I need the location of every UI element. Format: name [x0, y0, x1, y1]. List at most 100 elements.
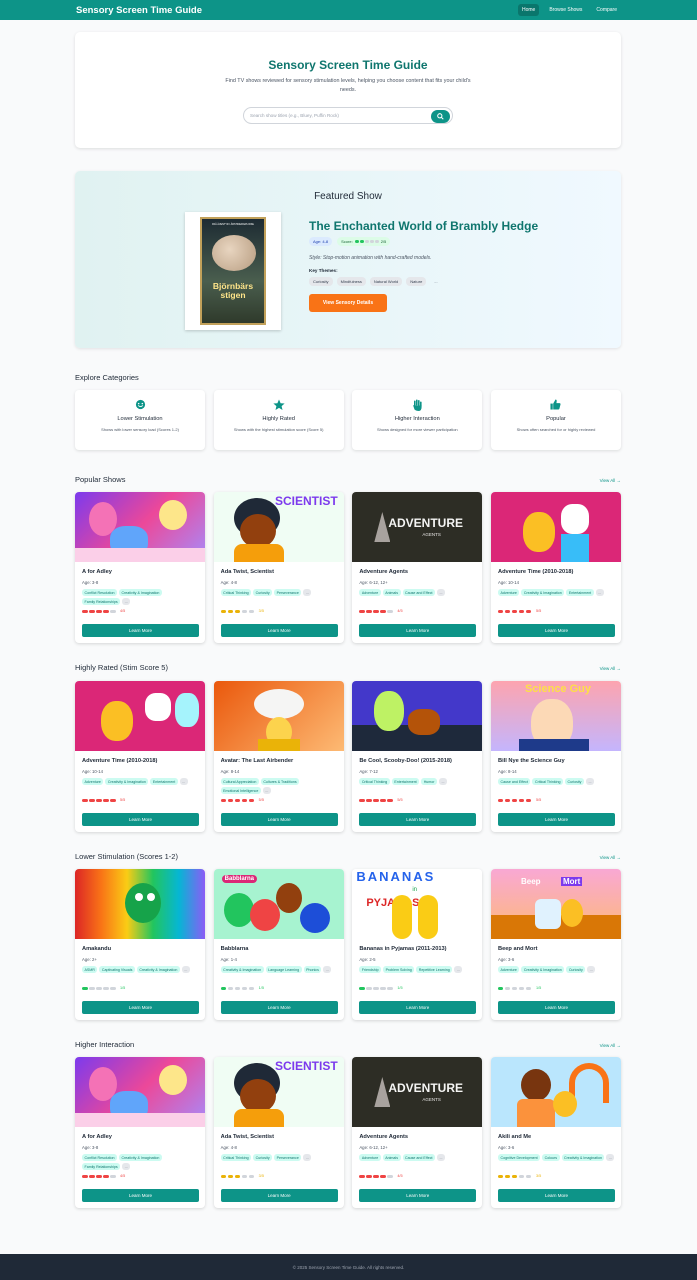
show-card[interactable]: BANANASinPYJAMASBananas in Pyjamas (2011…	[352, 869, 483, 1020]
category-name: Higher Interaction	[394, 416, 440, 422]
show-card[interactable]: SCIENTIST Ada Twist, Scientist Age: 4-8 Cri…	[213, 1057, 344, 1208]
nav-home[interactable]: Home	[518, 4, 540, 16]
nav-compare[interactable]: Compare	[592, 4, 621, 16]
show-card[interactable]: Beep Mort Beep and Mort Age: 3-6 Adventure Cr…	[490, 869, 621, 1020]
score-dot	[380, 798, 386, 802]
theme-tag: ...	[437, 1154, 446, 1161]
score-label: 1/5	[120, 986, 126, 990]
score-dot	[504, 986, 511, 990]
view-all-lower-stimulation[interactable]: View All →	[600, 855, 621, 860]
show-card[interactable]: ADVENTURE AGENTS Adventure Agents Age: 6-12…	[352, 492, 483, 643]
score-dot	[497, 609, 504, 613]
learn-more-button[interactable]: Learn More	[82, 1001, 199, 1014]
score-dot	[82, 1174, 88, 1178]
show-age: Age: 10-14	[82, 769, 104, 774]
theme-tag: Natural World	[369, 277, 403, 286]
score-dot	[380, 986, 386, 990]
learn-more-button[interactable]: Learn More	[82, 813, 199, 826]
score-dot	[511, 1174, 518, 1178]
show-card[interactable]: SCIENTIST Ada Twist, Scientist Age: 4-8 Cri…	[213, 492, 344, 643]
score-dot	[241, 1174, 248, 1178]
learn-more-button[interactable]: Learn More	[220, 1001, 338, 1014]
thumbs-up-icon	[550, 399, 562, 410]
learn-more-button[interactable]: Learn More	[359, 1189, 477, 1202]
category-highly-rated[interactable]: Highly Rated Shows with the highest stim…	[213, 390, 344, 450]
theme-tag: ASMR	[82, 966, 98, 973]
show-card[interactable]: Akili and Me Age: 3-6 Cognitive Developmen…	[490, 1057, 621, 1208]
show-card[interactable]: Amakandu Age: 2+ ASMR Captivating Visuals Cr…	[75, 869, 205, 1020]
search-button[interactable]	[431, 109, 450, 123]
show-title: Babblarna	[220, 946, 249, 952]
learn-more-button[interactable]: Learn More	[359, 624, 477, 637]
category-higher-interaction[interactable]: Higher Interaction Shows designed for mo…	[352, 390, 483, 450]
search-placeholder: Search show titles (e.g., Bluey, Puffin …	[250, 113, 339, 118]
score-dot	[366, 986, 372, 990]
theme-tag: Adventure	[359, 589, 381, 596]
score-dot	[518, 609, 525, 613]
show-card[interactable]: Science Guy Bill Nye the Science Guy Age: …	[490, 681, 621, 832]
show-card[interactable]: Avatar: The Last Airbender Age: 8-14 Cultu…	[213, 681, 344, 832]
theme-tag: Cause and Effect	[402, 589, 436, 596]
show-title: A for Adley	[82, 569, 112, 575]
learn-more-button[interactable]: Learn More	[497, 1001, 615, 1014]
learn-more-button[interactable]: Learn More	[220, 1189, 338, 1202]
learn-more-button[interactable]: Learn More	[220, 813, 338, 826]
score-dot	[82, 609, 88, 613]
theme-tag: Creativity & Imagination	[136, 966, 180, 973]
thumb-bill-nye: Science Guy	[490, 681, 621, 751]
score-dot	[220, 609, 227, 613]
theme-tag: Cultural Appreciation	[220, 778, 259, 785]
learn-more-button[interactable]: Learn More	[82, 624, 199, 637]
show-age: Age: 3-6	[497, 1145, 515, 1150]
score-dot	[511, 798, 518, 802]
stim-score: 5/5	[497, 609, 541, 613]
show-card[interactable]: ADVENTURE AGENTS Adventure Agents Age: 6-12…	[352, 1057, 483, 1208]
brand-logo[interactable]: Sensory Screen Time Guide	[76, 5, 202, 16]
view-all-popular[interactable]: View All →	[600, 478, 621, 483]
show-age: Age: 6-12, 12+	[359, 1145, 388, 1150]
score-dot	[387, 798, 393, 802]
popular-shows-row: A for Adley Age: 3-8 Conflict Resolution Cr…	[75, 492, 621, 643]
theme-tag: Family Relationships	[82, 598, 121, 605]
footer: © 2025 Sensory Screen Time Guide. All ri…	[0, 1254, 697, 1280]
category-lower-stimulation[interactable]: Lower Stimulation Shows with lower senso…	[75, 390, 205, 450]
theme-tag: ...	[303, 1154, 312, 1161]
score-dot	[220, 798, 227, 802]
search-input[interactable]: Search show titles (e.g., Bluey, Puffin …	[243, 107, 453, 124]
view-all-higher-interaction[interactable]: View All →	[600, 1043, 621, 1048]
theme-tag: ...	[303, 589, 312, 596]
show-title: Beep and Mort	[497, 946, 538, 952]
score-dot	[359, 1174, 365, 1178]
show-card[interactable]: Be Cool, Scooby-Doo! (2015-2018) Age: 7-1…	[352, 681, 483, 832]
score-dot	[227, 986, 234, 990]
show-card[interactable]: Babblarna Babblarna Age: 1-4 Creativity & I…	[213, 869, 344, 1020]
show-age: Age: 8-14	[497, 769, 517, 774]
show-card[interactable]: Adventure Time (2010-2018) Age: 10-14 Adve…	[490, 492, 621, 643]
show-card[interactable]: A for Adley Age: 3-8 Conflict Resolution Cr…	[75, 492, 205, 643]
score-dot	[374, 240, 379, 243]
category-popular[interactable]: Popular Shows often searched for or high…	[490, 390, 621, 450]
learn-more-button[interactable]: Learn More	[82, 1189, 199, 1202]
score-dot	[110, 609, 116, 613]
learn-more-button[interactable]: Learn More	[497, 624, 615, 637]
thumb-title-babblarna: Babblarna	[221, 875, 257, 883]
view-sensory-details-button[interactable]: View Sensory Details	[309, 294, 387, 312]
learn-more-button[interactable]: Learn More	[220, 624, 338, 637]
learn-more-button[interactable]: Learn More	[359, 813, 477, 826]
show-card[interactable]: Adventure Time (2010-2018) Age: 10-14 Adve…	[75, 681, 205, 832]
show-card[interactable]: A for Adley Age: 3-8 Conflict Resolution Cr…	[75, 1057, 205, 1208]
show-title: Amakandu	[82, 946, 112, 952]
score-dot	[380, 609, 386, 613]
thumb-babblarna: Babblarna	[213, 869, 344, 939]
learn-more-button[interactable]: Learn More	[359, 1001, 477, 1014]
learn-more-button[interactable]: Learn More	[497, 813, 615, 826]
show-tags: Critical Thinking Curiosity Perseverance..…	[220, 1154, 339, 1161]
theme-tag: ...	[434, 279, 438, 284]
learn-more-button[interactable]: Learn More	[497, 1189, 615, 1202]
score-dot	[380, 1174, 386, 1178]
score-dot	[227, 1174, 234, 1178]
view-all-highly-rated[interactable]: View All →	[600, 666, 621, 671]
nav-browse-shows[interactable]: Browse Shows	[545, 4, 586, 16]
score-dot	[497, 986, 504, 990]
show-tags: Creativity & Imagination Language Learnin…	[220, 966, 339, 973]
